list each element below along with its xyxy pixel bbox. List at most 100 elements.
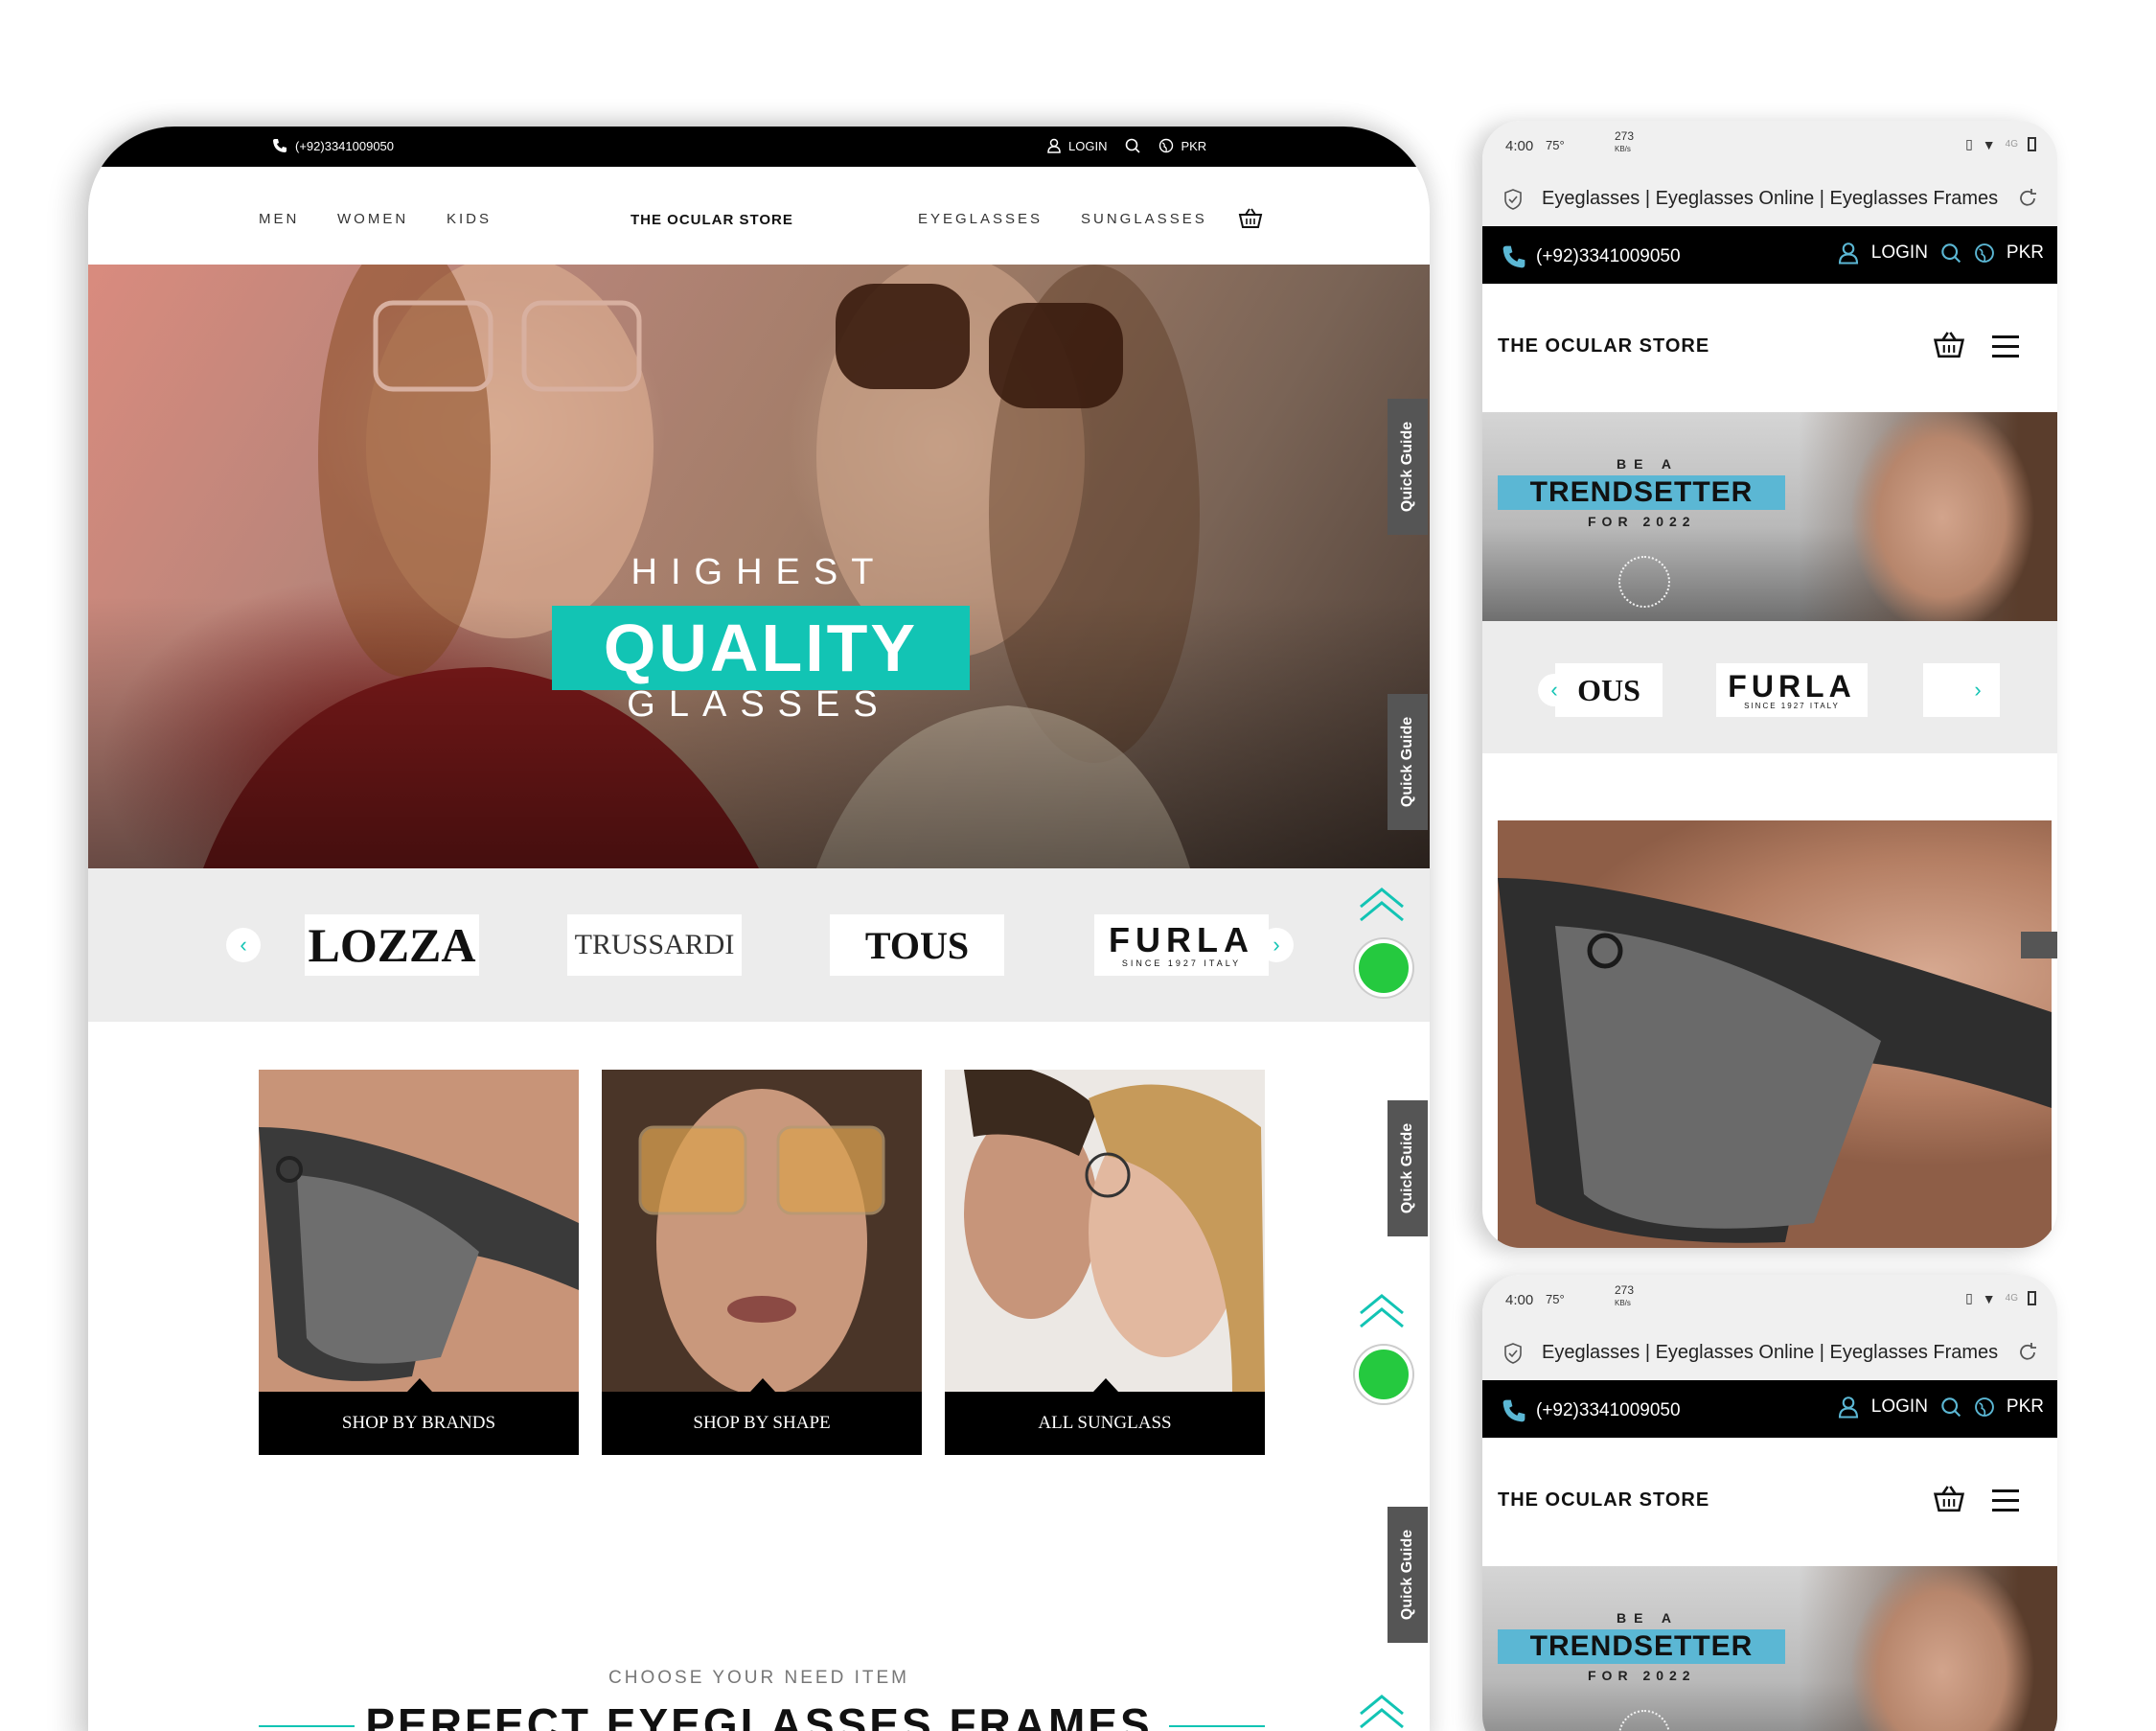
store-logo[interactable]: THE OCULAR STORE [1498,1489,1709,1512]
shield-icon [1504,1343,1522,1364]
hero-line-2: QUALITY [552,606,970,690]
status-temp: 75° [1546,1292,1565,1306]
quick-guide-tab[interactable]: Quick Guide [1388,1100,1428,1236]
currency-label[interactable]: PKR [2007,242,2044,264]
banner-subtitle: FOR 2022 [1588,1668,1696,1683]
brand-tagline: SINCE 1927 ITALY [1744,701,1840,710]
brand-logo-lozza[interactable]: LOZZA [305,914,479,976]
status-speed: 273 KB/s [1615,129,1635,153]
vibrate-icon: ▯ [1965,1290,1973,1305]
status-temp: 75° [1546,138,1565,152]
category-card-shape[interactable]: SHOP BY SHAPE [602,1070,922,1455]
store-logo[interactable]: THE OCULAR STORE [631,212,793,228]
browser-url-bar[interactable]: Eyeglasses | Eyeglasses Online | Eyeglas… [1482,171,2057,226]
quick-guide-label: Quick Guide [1399,1122,1415,1214]
carousel-next-button[interactable]: › [1259,928,1294,962]
wifi-icon: ▼ [1982,1290,1996,1306]
phone-contact[interactable]: (+92)3341009050 [1502,1398,1681,1423]
cart-icon[interactable] [1933,1484,1965,1514]
reload-icon[interactable] [2017,1342,2038,1363]
nav-kids[interactable]: KIDS [447,211,492,227]
chevron-right-icon: › [1974,678,1982,702]
hero-banner[interactable]: HIGHEST QUALITY GLASSES [88,265,1430,868]
user-icon[interactable] [1837,242,1860,265]
quick-guide-tab[interactable]: Quick Guide [1388,694,1428,830]
quick-guide-label: Quick Guide [1399,421,1415,513]
nav-eyeglasses[interactable]: EYEGLASSES [918,211,1043,227]
search-icon[interactable] [1124,137,1141,154]
carousel-prev-button[interactable]: ‹ [1538,674,1571,706]
brand-logo-tous[interactable]: OUS [1555,663,1663,717]
nav-men[interactable]: MEN [259,211,299,227]
quick-guide-tab[interactable] [2021,932,2057,958]
brand-logo-furla[interactable]: FURLA SINCE 1927 ITALY [1094,914,1269,976]
user-icon [1047,138,1061,153]
quick-guide-label: Quick Guide [1399,716,1415,808]
brand-name: LOZZA [308,918,476,972]
globe-icon[interactable] [1974,242,1995,264]
brand-logo-tous[interactable]: TOUS [830,914,1004,976]
card-label: SHOP BY BRANDS [259,1392,579,1455]
hamburger-menu-icon[interactable] [1992,1489,2019,1518]
promo-banner[interactable]: BE A TRENDSETTER FOR 2022 [1482,1566,2057,1731]
store-logo[interactable]: THE OCULAR STORE [1498,335,1709,358]
quick-guide-label: Quick Guide [1399,1529,1415,1621]
whatsapp-icon[interactable] [1355,939,1412,997]
brand-logo-furla[interactable]: FURLA SINCE 1927 ITALY [1716,663,1868,717]
sunglasses-closeup-image[interactable] [1498,820,2052,1248]
scroll-up-icon[interactable] [1357,886,1407,924]
reload-icon[interactable] [2017,188,2038,209]
cart-icon[interactable] [1238,207,1263,230]
login-label: LOGIN [1068,138,1108,153]
quick-guide-tab[interactable]: Quick Guide [1388,399,1428,535]
status-indicators: ▯ ▼ 4G [1965,136,2036,152]
brand-tagline: SINCE 1927 ITALY [1121,958,1242,968]
login-label[interactable]: LOGIN [1871,1396,1928,1418]
browser-url-bar[interactable]: Eyeglasses | Eyeglasses Online | Eyeglas… [1482,1325,2057,1380]
woman-glasses-image [602,1070,922,1392]
login-link[interactable]: LOGIN [1046,138,1107,153]
phone-icon [1502,245,1525,268]
wifi-icon: ▼ [1982,136,1996,152]
chevron-left-icon: ‹ [240,933,247,957]
nav-sunglasses[interactable]: SUNGLASSES [1081,211,1207,227]
currency-selector[interactable]: PKR [1158,138,1206,153]
banner-kicker: BE A [1617,1610,1679,1626]
status-speed: 273 KB/s [1615,1283,1635,1307]
brand-carousel: OUS ‹ FURLA SINCE 1927 ITALY › [1482,621,2057,753]
carousel-prev-button[interactable]: ‹ [226,928,261,962]
hamburger-menu-icon[interactable] [1992,335,2019,364]
promo-banner[interactable]: BE A TRENDSETTER FOR 2022 [1482,412,2057,621]
cart-icon[interactable] [1933,330,1965,360]
search-icon[interactable] [1939,1396,1962,1419]
user-icon[interactable] [1837,1396,1860,1419]
carousel-next-button[interactable]: › [1961,674,1994,706]
brand-logo-trussardi[interactable]: TRUSSARDI [567,914,742,976]
status-bar: 4:00 75° 273 KB/s ▯ ▼ 4G [1482,1275,2057,1325]
status-time: 4:00 [1505,1292,1534,1308]
currency-label[interactable]: PKR [2007,1396,2044,1418]
top-contact-bar: (+92)3341009050 LOGIN PKR [1482,1380,2057,1438]
desktop-browser-view: (+92)3341009050 LOGIN PKR MEN WOMEN KIDS… [88,127,1430,1731]
search-icon[interactable] [1939,242,1962,265]
globe-icon[interactable] [1974,1396,1995,1418]
phone-contact[interactable]: (+92)3341009050 [272,138,394,153]
category-card-brands[interactable]: SHOP BY BRANDS [259,1070,579,1455]
nav-women[interactable]: WOMEN [337,211,408,227]
quick-guide-tab[interactable]: Quick Guide [1388,1507,1428,1643]
mobile-view-top: 4:00 75° 273 KB/s ▯ ▼ 4G Eyeglasses | Eye… [1482,121,2057,1248]
brand-name: TOUS [864,923,970,967]
page-title: Eyeglasses | Eyeglasses Online | Eyeglas… [1542,1342,2002,1363]
card-notch [1093,1378,1118,1392]
whatsapp-icon[interactable] [1355,1346,1412,1403]
scroll-indicator-icon [1618,556,1670,608]
category-card-sunglass[interactable]: ALL SUNGLASS [945,1070,1265,1455]
battery-icon [2028,137,2036,151]
main-nav: MEN WOMEN KIDS THE OCULAR STORE EYEGLASS… [88,167,1430,265]
card-notch [750,1378,775,1392]
phone-contact[interactable]: (+92)3341009050 [1502,244,1681,269]
status-bar: 4:00 75° 273 KB/s ▯ ▼ 4G [1482,121,2057,171]
phone-number: (+92)3341009050 [1536,246,1681,266]
login-label[interactable]: LOGIN [1871,242,1928,264]
scroll-up-icon[interactable] [1357,1292,1407,1330]
